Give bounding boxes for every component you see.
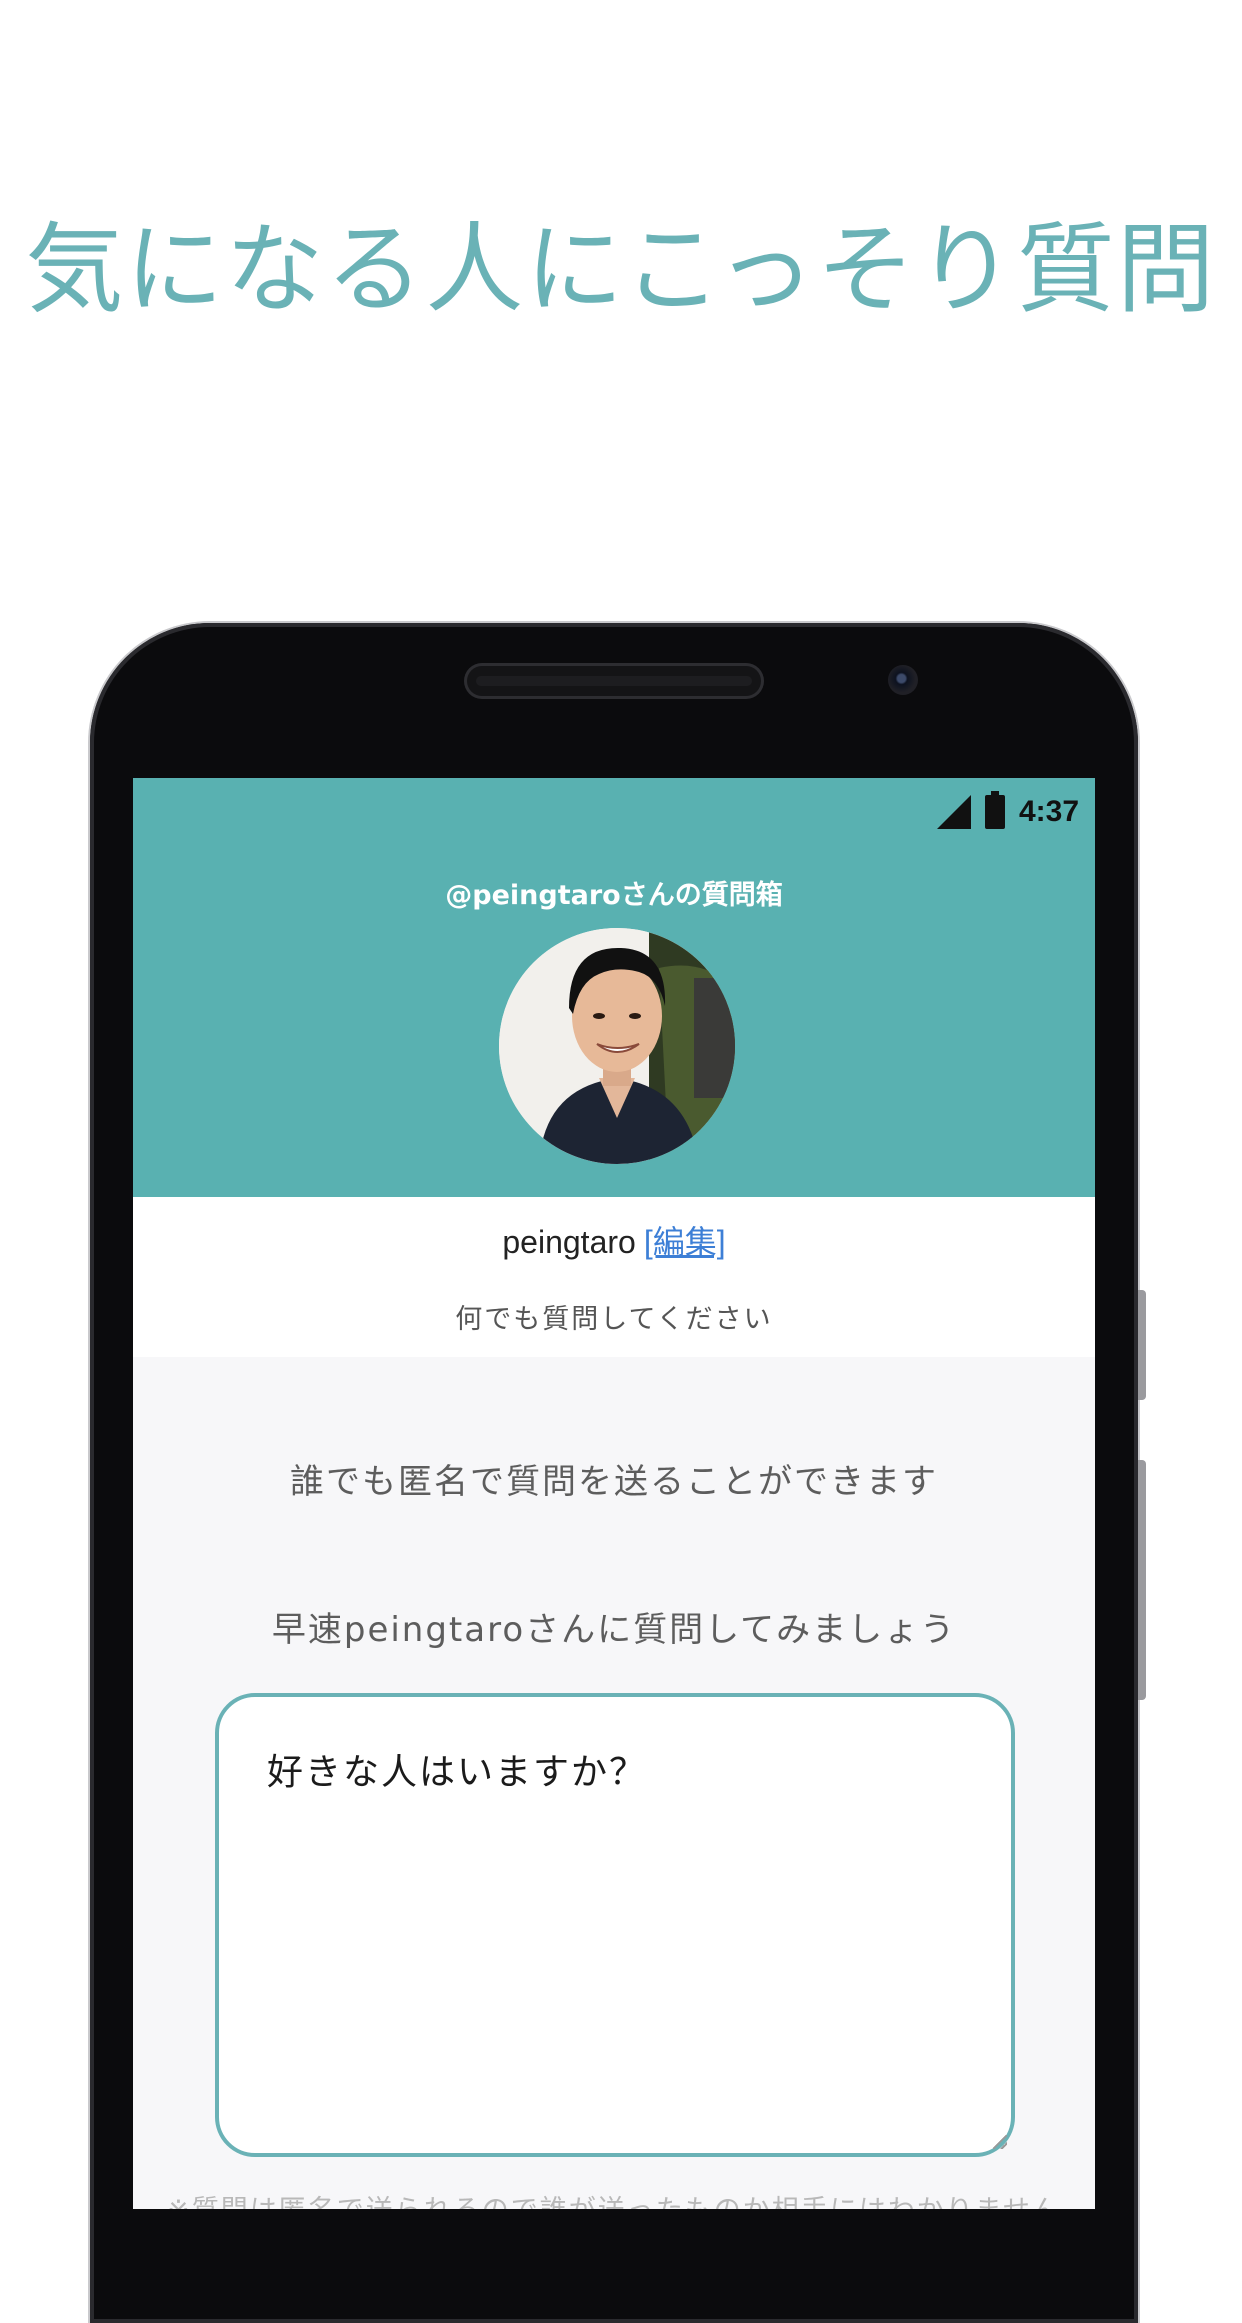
question-prompt-text: 早速peingtaroさんに質問してみましょう bbox=[271, 1610, 957, 1650]
avatar-photo bbox=[499, 928, 735, 1164]
status-time: 4:37 bbox=[1018, 795, 1079, 828]
camera-icon bbox=[888, 665, 918, 695]
profile-info: peingtaro [編集] 何でも質問してください bbox=[133, 1197, 1095, 1357]
profile-message: 何でも質問してください bbox=[455, 1304, 773, 1335]
app-screen: 4:37 @peingtaroさんの質問箱 peingtaro [編集] 何でも… bbox=[133, 778, 1095, 2209]
status-bar: 4:37 bbox=[936, 788, 1079, 836]
profile-header: 4:37 @peingtaroさんの質問箱 bbox=[133, 778, 1095, 1197]
question-textarea[interactable]: 好きな人はいますか？ bbox=[215, 1693, 1015, 2157]
profile-name: peingtaro bbox=[502, 1224, 636, 1260]
cell-signal-icon bbox=[936, 795, 971, 829]
resize-handle-icon[interactable] bbox=[993, 2135, 1007, 2149]
question-input-value: 好きな人はいますか？ bbox=[267, 1752, 648, 1793]
edit-profile-link[interactable]: [編集] bbox=[644, 1224, 726, 1260]
question-box-title: @peingtaroさんの質問箱 bbox=[445, 880, 783, 911]
volume-button bbox=[1138, 1290, 1146, 1400]
battery-icon bbox=[984, 791, 1005, 829]
anonymous-info-text: 誰でも匿名で質問を送ることができます bbox=[290, 1462, 938, 1502]
power-button bbox=[1138, 1460, 1146, 1700]
phone-speaker bbox=[464, 663, 764, 699]
profile-name-row: peingtaro [編集] bbox=[133, 1217, 1095, 1263]
promo-headline: 気になる人にこっそり質問 bbox=[25, 213, 1217, 327]
anonymity-note: ※質問は匿名で送られるので誰が送ったものか相手にはわかりません bbox=[133, 2188, 1095, 2209]
avatar[interactable] bbox=[499, 928, 735, 1164]
